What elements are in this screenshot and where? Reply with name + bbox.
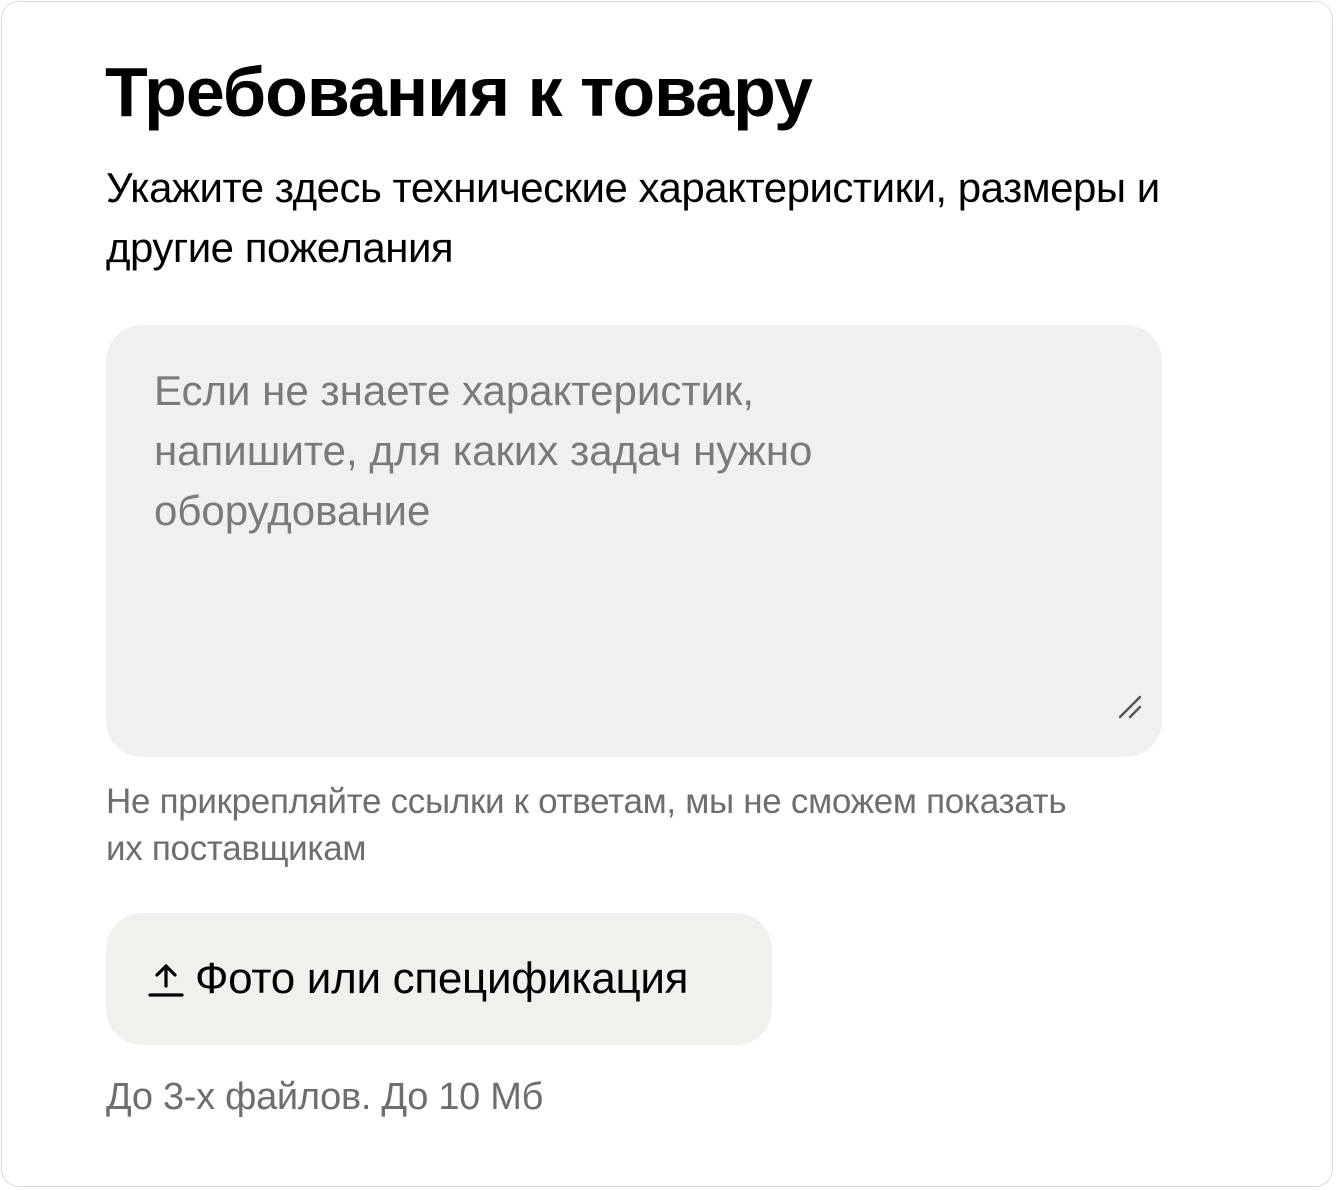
upload-button-label: Фото или спецификация: [195, 954, 689, 1003]
page-subtitle: Укажите здесь технические характеристики…: [106, 164, 1160, 271]
page-title: Требования к товару: [105, 53, 813, 131]
files-limit-note: До 3-х файлов. До 10 Мб: [106, 1076, 544, 1118]
requirements-field-container: [106, 325, 1162, 757]
requirements-card: Требования к товару Укажите здесь технич…: [1, 1, 1333, 1187]
requirements-textarea[interactable]: [106, 325, 1162, 757]
resize-handle-icon[interactable]: [1118, 693, 1144, 719]
upload-file-button[interactable]: Фото или спецификация: [106, 913, 772, 1045]
links-hint: Не прикрепляйте ссылки к ответам, мы не …: [106, 782, 1067, 868]
upload-icon: [148, 964, 184, 997]
